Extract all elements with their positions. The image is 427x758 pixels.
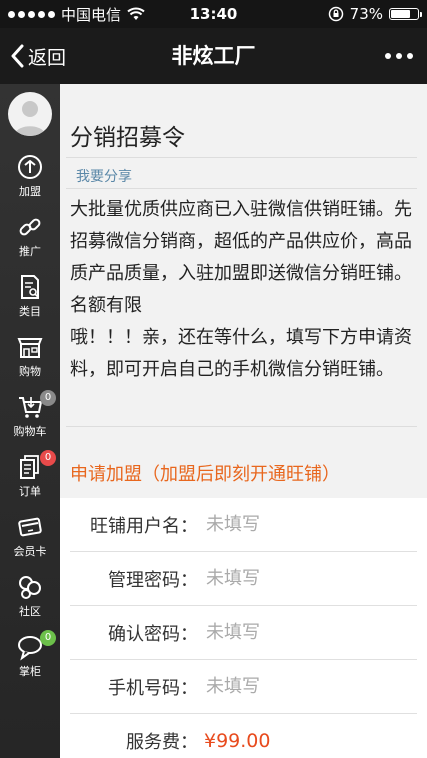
sidebar-item-label: 购物车: [13, 425, 47, 438]
sidebar-item-member-card[interactable]: 会员卡: [0, 508, 60, 564]
shop-username-label: 旺铺用户名：: [90, 515, 198, 537]
sidebar-item-label: 掌柜: [19, 665, 41, 678]
more-dot-icon: [385, 53, 391, 59]
service-fee-label: 服务费：: [126, 731, 198, 753]
rotation-lock-icon: [328, 6, 343, 22]
form-row-confirm-password: 确认密码：: [70, 606, 417, 660]
confirm-password-label: 确认密码：: [108, 623, 198, 645]
form-row-shop-username: 旺铺用户名：: [70, 498, 417, 552]
apply-section-title: 申请加盟（加盟后即刻开通旺铺）: [70, 464, 340, 485]
user-silhouette-icon: [14, 101, 46, 136]
phone-label: 手机号码：: [108, 677, 198, 699]
sidebar-item-promote[interactable]: 推广: [0, 208, 60, 264]
link-icon: [19, 218, 41, 236]
sidebar-item-shop[interactable]: 购物: [0, 328, 60, 384]
shopkeeper-count-badge: 0: [40, 630, 56, 646]
share-link[interactable]: 我要分享: [76, 166, 132, 186]
catalog-icon: [21, 275, 39, 299]
description-paragraph: 哦！！！亲，还在等什么，填写下方申请资料，即可开启自己的手机微信分销旺铺。: [70, 327, 412, 380]
service-fee-value: ¥99.00: [204, 729, 271, 752]
sidebar-item-category[interactable]: 类目: [0, 268, 60, 324]
password-label: 管理密码：: [108, 569, 198, 591]
back-label: 返回: [28, 46, 67, 69]
divider: [66, 426, 417, 427]
cart-count-badge: 0: [40, 390, 56, 406]
chevron-left-icon: [11, 44, 24, 68]
confirm-password-input[interactable]: [204, 621, 408, 644]
form-row-phone: 手机号码：: [70, 660, 417, 714]
sidebar-item-label: 社区: [19, 605, 41, 618]
divider: [66, 157, 417, 158]
password-input[interactable]: [204, 567, 408, 590]
battery-fill: [391, 10, 410, 18]
divider: [66, 188, 417, 189]
community-icon: [19, 576, 41, 599]
card-icon: [18, 517, 42, 537]
more-dot-icon: [407, 53, 413, 59]
form-row-service-fee: 服务费： ¥99.00: [70, 714, 417, 758]
sidebar-item-orders[interactable]: 订单 0: [0, 448, 60, 504]
recruitment-description: 大批量优质供应商已入驻微信供销旺铺。先招募微信分销商，超低的产品供应价，高品质产…: [70, 194, 414, 386]
battery-icon: [389, 8, 422, 20]
battery-percent: 73%: [349, 5, 383, 23]
sidebar-item-join[interactable]: 加盟: [0, 148, 60, 204]
sidebar-item-label: 购物: [19, 365, 41, 378]
page-title: 分销招募令: [70, 125, 185, 151]
status-right: 73%: [328, 0, 422, 28]
more-dot-icon: [396, 53, 402, 59]
sidebar-item-label: 订单: [19, 485, 41, 498]
order-count-badge: 0: [40, 450, 56, 466]
sidebar-item-shopkeeper[interactable]: 掌柜 0: [0, 628, 60, 684]
sidebar: 加盟 推广 类目 购物 购物车 0 订单 0 会员卡 社区 掌柜 0: [0, 84, 60, 758]
main-content: 分销招募令 我要分享 大批量优质供应商已入驻微信供销旺铺。先招募微信分销商，超低…: [60, 84, 427, 758]
phone-input[interactable]: [204, 675, 408, 698]
back-button[interactable]: 返回: [10, 28, 66, 84]
shop-username-input[interactable]: [204, 513, 408, 536]
description-paragraph: 大批量优质供应商已入驻微信供销旺铺。先招募微信分销商，超低的产品供应价，高品质产…: [70, 199, 412, 316]
nav-bar: 返回 非炫工厂: [0, 28, 427, 84]
sidebar-item-community[interactable]: 社区: [0, 568, 60, 624]
status-bar: 中国电信 13:40 73%: [0, 0, 427, 28]
sidebar-item-label: 加盟: [19, 185, 41, 198]
plus-circle-icon: [18, 155, 42, 179]
form-row-password: 管理密码：: [70, 552, 417, 606]
sidebar-item-cart[interactable]: 购物车 0: [0, 388, 60, 444]
shop-icon: [17, 338, 43, 358]
sidebar-item-label: 类目: [19, 305, 41, 318]
avatar[interactable]: [8, 92, 52, 136]
application-form: 旺铺用户名： 管理密码： 确认密码： 手机号码： 服务费： ¥99.00: [60, 498, 427, 758]
more-options-button[interactable]: [385, 28, 413, 84]
sidebar-item-label: 会员卡: [13, 545, 47, 558]
sidebar-item-label: 推广: [19, 245, 41, 258]
